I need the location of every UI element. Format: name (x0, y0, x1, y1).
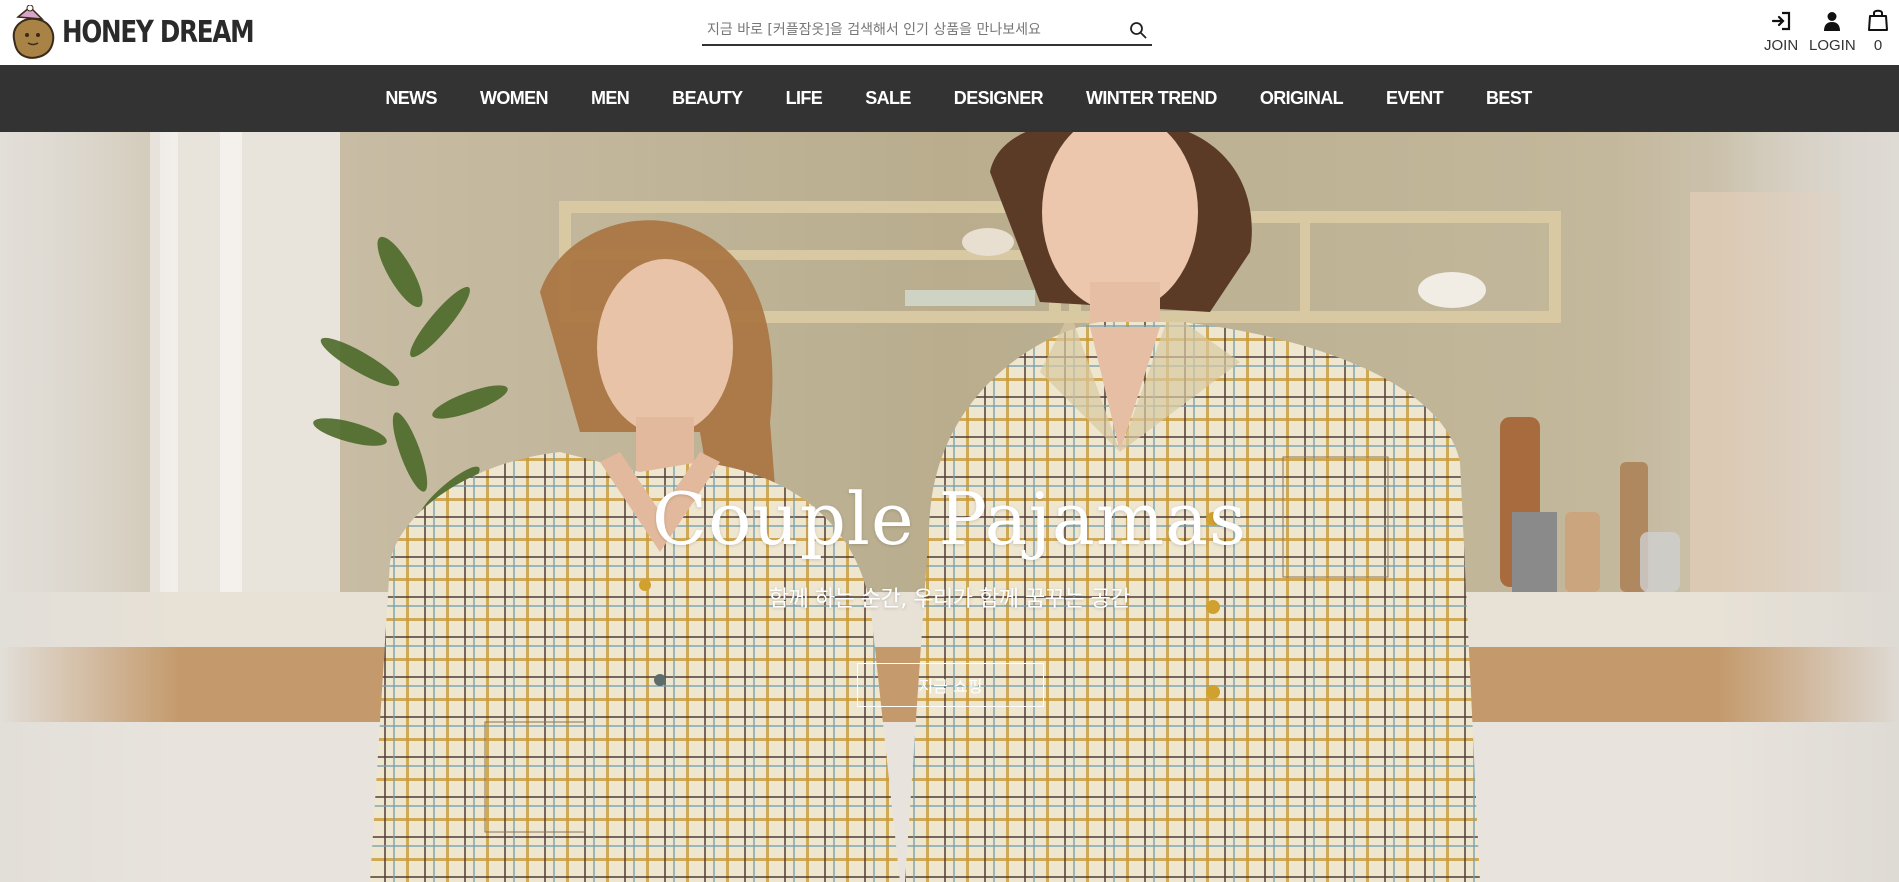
nav-item-life[interactable]: LIFE (786, 88, 823, 109)
join-arrow-icon (1770, 8, 1792, 32)
search-icon (1130, 22, 1147, 39)
nav-item-designer[interactable]: DESIGNER (954, 88, 1044, 109)
nav-item-best[interactable]: BEST (1486, 88, 1532, 109)
user-icon (1821, 8, 1843, 32)
nav-item-men[interactable]: MEN (591, 88, 630, 109)
nav-item-beauty[interactable]: BEAUTY (672, 88, 743, 109)
brand-name: HONEY DREAM (62, 14, 255, 50)
search-input[interactable] (702, 17, 1124, 43)
nav-item-original[interactable]: ORIGINAL (1260, 88, 1344, 109)
shop-now-button[interactable]: 지금 쇼핑 (857, 663, 1044, 707)
hero-title: Couple Pajamas (652, 477, 1247, 561)
hero-subtitle: 함께 하는 순간, 우리가 함께 꿈꾸는 공간 (768, 587, 1131, 612)
search-button[interactable] (1124, 17, 1152, 43)
nav-item-sale[interactable]: SALE (865, 88, 911, 109)
cart-link[interactable]: 0 (1867, 8, 1889, 54)
search-bar (702, 16, 1152, 46)
site-header: HONEY DREAM JOIN LOGIN (0, 0, 1899, 65)
hero-banner[interactable]: Couple Pajamas 함께 하는 순간, 우리가 함께 꿈꾸는 공간 지… (0, 132, 1899, 882)
nav-item-winter-trend[interactable]: WINTER TREND (1086, 88, 1217, 109)
join-label: JOIN (1764, 37, 1799, 54)
shopping-bag-icon (1867, 8, 1889, 32)
nav-item-news[interactable]: NEWS (385, 88, 437, 109)
login-link[interactable]: LOGIN (1809, 8, 1856, 54)
potato-mascot-logo-icon (8, 4, 58, 59)
cart-count: 0 (1873, 37, 1883, 54)
logo[interactable]: HONEY DREAM (8, 4, 295, 60)
nav-item-women[interactable]: WOMEN (480, 88, 549, 109)
join-link[interactable]: JOIN (1764, 8, 1798, 54)
nav-item-event[interactable]: EVENT (1386, 88, 1444, 109)
main-navigation: NEWS WOMEN MEN BEAUTY LIFE SALE DESIGNER… (0, 65, 1899, 132)
login-label: LOGIN (1809, 37, 1856, 54)
